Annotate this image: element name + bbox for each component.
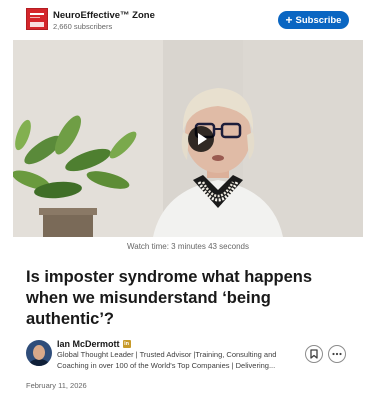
author-headline-line1: Global Thought Leader | Trusted Advisor … bbox=[57, 350, 277, 359]
article-title: Is imposter syndrome what happens when w… bbox=[26, 268, 313, 328]
video-player[interactable] bbox=[13, 40, 363, 237]
publish-date: February 11, 2026 bbox=[26, 381, 87, 390]
avatar[interactable] bbox=[26, 340, 52, 366]
author-headline: Global Thought Leader | Trusted Advisor … bbox=[57, 350, 302, 371]
linkedin-premium-icon: in bbox=[122, 340, 131, 348]
save-button[interactable] bbox=[305, 345, 323, 363]
subscriber-count: 2,660 subscribers bbox=[53, 22, 113, 31]
subscribe-label: Subscribe bbox=[295, 14, 342, 26]
plus-icon: + bbox=[285, 12, 293, 27]
author-headline-line2: Coaching in over 100 of the World's Top … bbox=[57, 360, 276, 370]
watch-time: Watch time: 3 minutes 43 seconds bbox=[127, 242, 249, 251]
more-icon bbox=[332, 352, 342, 356]
newsletter-logo[interactable] bbox=[26, 8, 48, 30]
subscribe-button[interactable]: + Subscribe bbox=[278, 11, 349, 29]
bookmark-icon bbox=[310, 349, 318, 359]
author-section: Ian McDermott in Global Thought Leader |… bbox=[26, 339, 356, 373]
newsletter-header: NeuroEffective™ Zone 2,660 subscribers +… bbox=[26, 8, 356, 32]
play-icon[interactable] bbox=[188, 126, 214, 152]
more-button[interactable] bbox=[328, 345, 346, 363]
author-name[interactable]: Ian McDermott bbox=[57, 339, 120, 349]
author-name-row: Ian McDermott in bbox=[57, 339, 131, 349]
newsletter-name[interactable]: NeuroEffective™ Zone bbox=[53, 10, 155, 21]
